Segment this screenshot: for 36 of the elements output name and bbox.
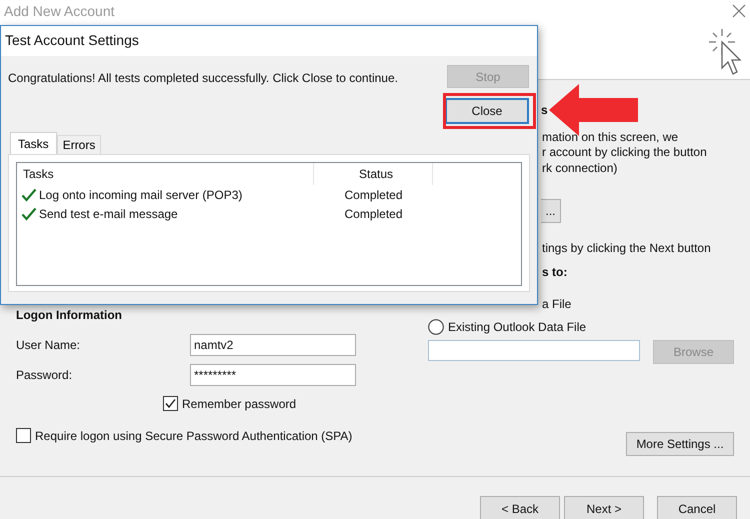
close-button[interactable]: Close bbox=[445, 98, 529, 124]
more-settings-button[interactable]: More Settings ... bbox=[626, 432, 734, 456]
message-text: Congratulations! All tests completed successfully. Click Close to continue. bbox=[8, 70, 398, 85]
section-heading: s to: bbox=[542, 264, 568, 280]
sparkle-cursor-icon bbox=[708, 28, 744, 76]
checkbox[interactable] bbox=[16, 428, 31, 443]
section-heading: s bbox=[541, 103, 548, 118]
close-icon[interactable] bbox=[732, 4, 746, 18]
checkbox-label: Require logon using Secure Password Authentication (SPA) bbox=[35, 428, 352, 442]
file-path-field[interactable] bbox=[428, 340, 640, 360]
test-settings-button[interactable]: ... bbox=[541, 199, 561, 223]
tab[interactable]: Errors bbox=[56, 135, 102, 154]
section-heading: Logon Information bbox=[16, 308, 123, 323]
checkbox[interactable] bbox=[163, 396, 178, 411]
column-header[interactable]: Tasks bbox=[17, 163, 314, 185]
back-button[interactable]: < Back bbox=[480, 496, 560, 519]
password-field[interactable]: ********* bbox=[190, 364, 356, 386]
field-label: Password: bbox=[16, 368, 74, 382]
window-title: Add New Account bbox=[4, 3, 115, 19]
description-text: mation on this screen, we r account by clicking the button rk connection) bbox=[542, 130, 707, 176]
radio-button[interactable] bbox=[428, 318, 444, 334]
tab[interactable]: Tasks bbox=[10, 132, 57, 154]
task-name: Log onto incoming mail server (POP3) bbox=[39, 188, 242, 202]
radio-label: Existing Outlook Data File bbox=[448, 320, 586, 334]
task-status: Completed bbox=[343, 206, 404, 220]
column-header[interactable]: Status bbox=[314, 163, 433, 185]
task-status: Completed bbox=[343, 188, 404, 202]
radio-label: a File bbox=[542, 297, 572, 312]
task-name: Send test e-mail message bbox=[39, 206, 178, 220]
user-name-field[interactable]: namtv2 bbox=[190, 334, 356, 356]
field-label: User Name: bbox=[16, 338, 82, 352]
dialog-title: Test Account Settings bbox=[1, 26, 537, 56]
cancel-button[interactable]: Cancel bbox=[657, 496, 737, 519]
checkbox-label: Remember password bbox=[182, 396, 296, 410]
hint-text: tings by clicking the Next button bbox=[542, 241, 711, 256]
next-button[interactable]: Next > bbox=[564, 496, 644, 519]
